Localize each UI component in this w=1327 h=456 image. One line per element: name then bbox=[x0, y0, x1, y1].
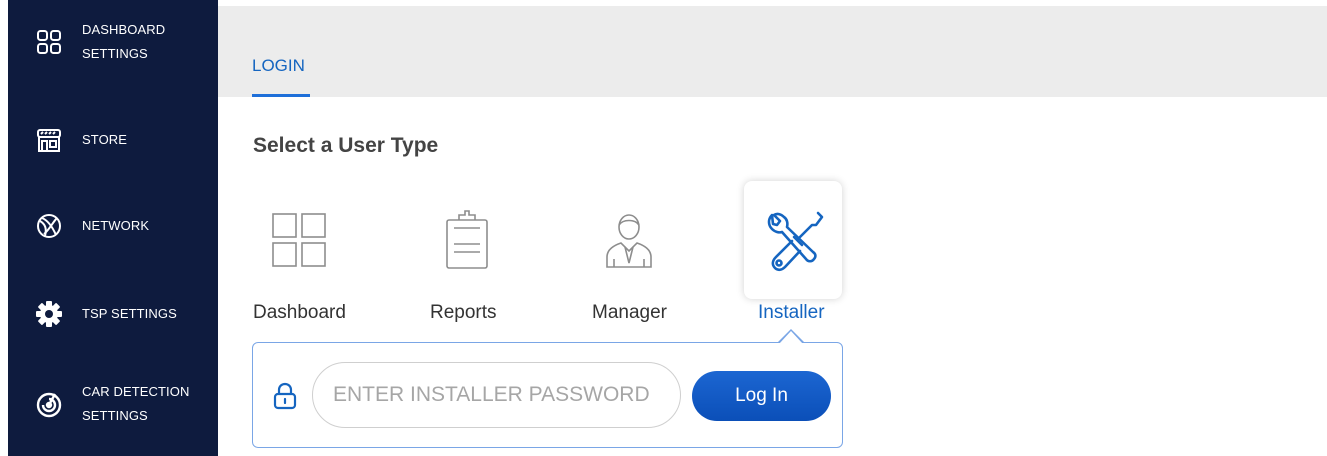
user-type-icon-box bbox=[580, 181, 678, 299]
user-type-label: Installer bbox=[758, 302, 825, 323]
sidebar-item-network[interactable]: NETWORK bbox=[8, 196, 218, 256]
sidebar-item-label: CAR DETECTION SETTINGS bbox=[82, 384, 190, 423]
user-type-manager[interactable]: Manager bbox=[580, 181, 678, 331]
user-type-label: Dashboard bbox=[253, 302, 346, 323]
globe-icon bbox=[34, 211, 64, 241]
manager-icon bbox=[606, 214, 652, 268]
section-title: Select a User Type bbox=[253, 134, 439, 157]
sidebar-item-store[interactable]: STORE bbox=[8, 110, 218, 170]
log-in-button[interactable]: Log In bbox=[692, 371, 831, 421]
sidebar-item-car-detection-settings[interactable]: CAR DETECTION SETTINGS bbox=[8, 374, 218, 434]
user-type-dashboard[interactable]: Dashboard bbox=[250, 181, 348, 331]
window-edge bbox=[0, 0, 8, 456]
sidebar-item-label: TSP SETTINGS bbox=[82, 306, 177, 321]
sidebar-item-label: STORE bbox=[82, 132, 128, 147]
grid-icon bbox=[34, 27, 64, 57]
radar-icon bbox=[34, 389, 64, 419]
tools-icon bbox=[767, 211, 824, 272]
user-type-icon-box bbox=[250, 181, 348, 299]
sidebar-item-dashboard-settings[interactable]: DASHBOARD SETTINGS bbox=[8, 12, 218, 72]
user-type-label: Manager bbox=[592, 302, 667, 323]
store-icon bbox=[34, 125, 64, 155]
panel-pointer-fill bbox=[779, 331, 803, 344]
user-type-reports[interactable]: Reports bbox=[418, 181, 516, 331]
user-type-installer[interactable]: Installer bbox=[744, 181, 842, 331]
clipboard-icon bbox=[446, 210, 488, 269]
lock-icon bbox=[273, 382, 297, 410]
sidebar-item-tsp-settings[interactable]: TSP SETTINGS bbox=[8, 284, 218, 344]
user-type-icon-box bbox=[418, 181, 516, 299]
active-tab-indicator bbox=[252, 94, 310, 97]
sidebar-item-label: NETWORK bbox=[82, 218, 150, 233]
tab-login[interactable]: LOGIN bbox=[252, 56, 305, 76]
sidebar-item-label: DASHBOARD SETTINGS bbox=[82, 22, 166, 61]
gear-icon bbox=[34, 299, 64, 329]
header-bar: LOGIN bbox=[218, 6, 1327, 97]
sidebar: DASHBOARD SETTINGS STORE NETWORK TSP SET… bbox=[8, 0, 218, 456]
installer-password-input[interactable] bbox=[312, 362, 681, 428]
user-type-label: Reports bbox=[430, 302, 497, 323]
grid-icon bbox=[272, 213, 326, 267]
user-type-icon-box bbox=[744, 181, 842, 299]
